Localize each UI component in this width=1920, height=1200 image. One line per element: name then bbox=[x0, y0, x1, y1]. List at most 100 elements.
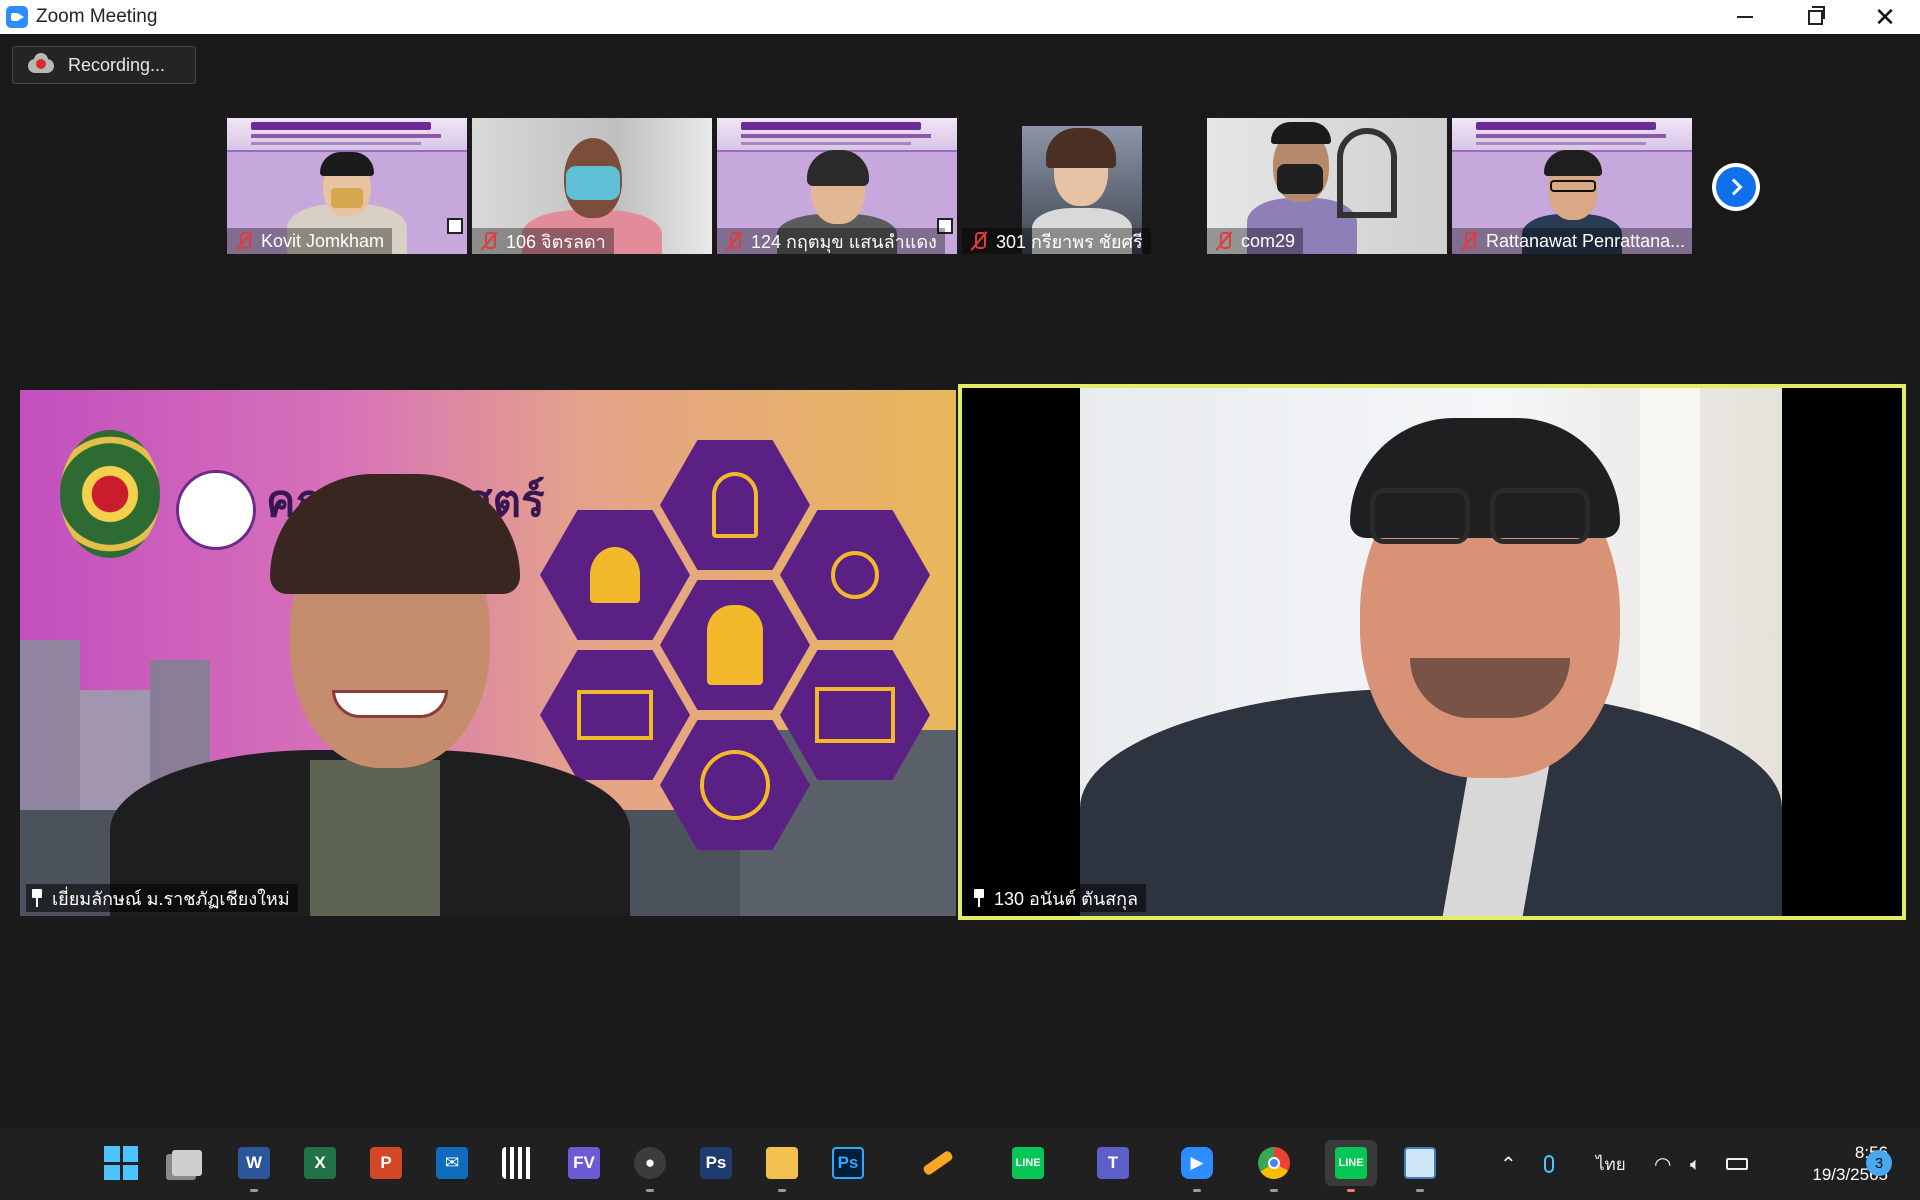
taskbar-fv-app[interactable]: FV bbox=[561, 1140, 607, 1186]
restore-button[interactable] bbox=[1780, 0, 1850, 34]
chrome-icon bbox=[1258, 1147, 1290, 1179]
taskbar-chrome[interactable] bbox=[1251, 1140, 1297, 1192]
faculty-logo-icon bbox=[176, 470, 256, 550]
taskbar-teams[interactable]: T bbox=[1090, 1140, 1136, 1186]
participant-name-label: 106 จิตรลดา bbox=[506, 231, 606, 252]
wifi-icon: ◠ bbox=[1654, 1153, 1672, 1176]
task-view-icon bbox=[172, 1150, 202, 1176]
taskbar-photoshop[interactable]: Ps bbox=[825, 1140, 871, 1186]
network-tray[interactable]: ◠ bbox=[1654, 1128, 1671, 1200]
taskbar-line[interactable]: LINE bbox=[1005, 1140, 1051, 1186]
language-label: ไทย bbox=[1596, 1154, 1626, 1174]
hex-tile bbox=[540, 510, 690, 640]
mic-muted-icon bbox=[1213, 230, 1235, 252]
start-button[interactable] bbox=[98, 1140, 144, 1186]
window-title: Zoom Meeting bbox=[36, 6, 158, 27]
taskbar-zoom[interactable]: ▶ bbox=[1174, 1140, 1220, 1192]
participant-tile[interactable]: 106 จิตรลดา bbox=[472, 118, 712, 254]
taskbar-word[interactable]: W bbox=[231, 1140, 277, 1192]
taskbar-excel[interactable]: X bbox=[297, 1140, 343, 1186]
participant-name: 130 อนันต์ ตันสกุล bbox=[968, 884, 1147, 912]
taskbar-photoshop-elements[interactable]: Ps bbox=[693, 1140, 739, 1186]
video-tile-left[interactable]: คณะครุศาสตร์ เยี่ยมลักษณ์ ม.ราชภัฏเชียงใ… bbox=[20, 390, 956, 916]
mic-muted-icon bbox=[478, 230, 500, 252]
microphone-icon bbox=[1544, 1155, 1554, 1173]
taskbar-file-explorer[interactable] bbox=[759, 1140, 805, 1192]
recording-label: Recording... bbox=[68, 54, 166, 75]
participant-tile[interactable]: Kovit Jomkham bbox=[227, 118, 467, 254]
participant-name: Rattanawat Penrattana... bbox=[1452, 228, 1692, 254]
mic-muted-icon bbox=[968, 230, 990, 252]
event-banner bbox=[1452, 118, 1692, 152]
hex-tile bbox=[540, 650, 690, 780]
participant-tile[interactable]: com29 bbox=[1207, 118, 1447, 254]
language-indicator[interactable]: ไทย bbox=[1596, 1128, 1626, 1200]
mail-icon: ✉ bbox=[436, 1147, 468, 1179]
microphone-tray[interactable] bbox=[1544, 1128, 1554, 1200]
window-titlebar: Zoom Meeting ✕ bbox=[0, 0, 1920, 34]
event-banner bbox=[717, 118, 957, 152]
taskbar-powerpoint[interactable]: P bbox=[363, 1140, 409, 1186]
word-icon: W bbox=[238, 1147, 270, 1179]
photoshop-elements-icon: Ps bbox=[700, 1147, 732, 1179]
event-banner bbox=[227, 118, 467, 152]
taskbar-pen-tool[interactable] bbox=[915, 1140, 961, 1186]
powerpoint-icon: P bbox=[370, 1147, 402, 1179]
mic-muted-icon bbox=[1458, 230, 1480, 252]
cloud-recording-icon bbox=[28, 53, 54, 74]
show-hidden-icons-button[interactable]: ⌃ bbox=[1500, 1128, 1517, 1200]
hex-tile bbox=[660, 580, 810, 710]
volume-tray[interactable]: 🔈︎ bbox=[1690, 1128, 1701, 1200]
close-button[interactable]: ✕ bbox=[1850, 0, 1920, 34]
participant-name-label: Kovit Jomkham bbox=[261, 230, 385, 251]
pin-icon bbox=[30, 889, 44, 907]
participant-name-label: Rattanawat Penrattana... bbox=[1486, 230, 1686, 251]
recording-indicator[interactable]: Recording... bbox=[12, 46, 196, 84]
hex-tile bbox=[660, 440, 810, 570]
participant-tile[interactable]: 301 กรียาพร ชัยศรี bbox=[962, 118, 1202, 254]
next-page-button[interactable] bbox=[1712, 163, 1760, 211]
taskbar-mail[interactable]: ✉ bbox=[429, 1140, 475, 1186]
pen-tool-icon bbox=[922, 1149, 954, 1177]
taskbar-qr-app[interactable] bbox=[495, 1140, 541, 1186]
folder-icon bbox=[766, 1147, 798, 1179]
university-logo-icon bbox=[60, 430, 160, 558]
battery-tray[interactable] bbox=[1726, 1128, 1748, 1200]
line-icon: LINE bbox=[1012, 1147, 1044, 1179]
participant-tile[interactable]: 124 กฤตมุข แสนลำแดง bbox=[717, 118, 957, 254]
close-icon: ✕ bbox=[1874, 1, 1896, 32]
obs-icon: ● bbox=[634, 1147, 666, 1179]
chevron-right-icon bbox=[1725, 178, 1743, 196]
participant-name-label: 130 อนันต์ ตันสกุล bbox=[994, 888, 1139, 909]
participant-name-label: 124 กฤตมุข แสนลำแดง bbox=[751, 231, 937, 252]
photoshop-icon: Ps bbox=[832, 1147, 864, 1179]
minimize-button[interactable] bbox=[1710, 0, 1780, 34]
participant-name: Kovit Jomkham bbox=[227, 228, 393, 254]
minimize-icon bbox=[1737, 16, 1753, 18]
participant-tile[interactable]: Rattanawat Penrattana... bbox=[1452, 118, 1692, 254]
excel-icon: X bbox=[304, 1147, 336, 1179]
whiteboard-icon bbox=[1404, 1147, 1436, 1179]
notification-badge[interactable]: 3 bbox=[1866, 1150, 1892, 1176]
video-tile-active-speaker[interactable]: 130 อนันต์ ตันสกุล bbox=[958, 384, 1906, 920]
line-icon: LINE bbox=[1335, 1147, 1367, 1179]
participant-name: เยี่ยมลักษณ์ ม.ราชภัฏเชียงใหม่ bbox=[26, 884, 298, 912]
participant-name: 301 กรียาพร ชัยศรี bbox=[962, 228, 1151, 254]
zoom-app-icon bbox=[6, 6, 28, 28]
mic-muted-icon bbox=[723, 230, 745, 252]
participant-name: 106 จิตรลดา bbox=[472, 228, 614, 254]
qr-code-icon bbox=[502, 1147, 534, 1179]
task-view-button[interactable] bbox=[164, 1140, 210, 1186]
taskbar-obs[interactable]: ● bbox=[627, 1140, 673, 1192]
volume-icon: 🔈︎ bbox=[1690, 1153, 1701, 1174]
restore-icon bbox=[1807, 5, 1825, 25]
participant-name: com29 bbox=[1207, 228, 1304, 254]
teams-icon: T bbox=[1097, 1147, 1129, 1179]
participant-name-label: com29 bbox=[1241, 230, 1296, 251]
participant-name: 124 กฤตมุข แสนลำแดง bbox=[717, 228, 945, 254]
fv-app-icon: FV bbox=[568, 1147, 600, 1179]
pin-icon bbox=[972, 889, 986, 907]
taskbar-whiteboard[interactable] bbox=[1397, 1140, 1443, 1192]
chevron-up-icon: ⌃ bbox=[1500, 1153, 1517, 1176]
taskbar-line-active[interactable]: LINE bbox=[1325, 1140, 1377, 1192]
